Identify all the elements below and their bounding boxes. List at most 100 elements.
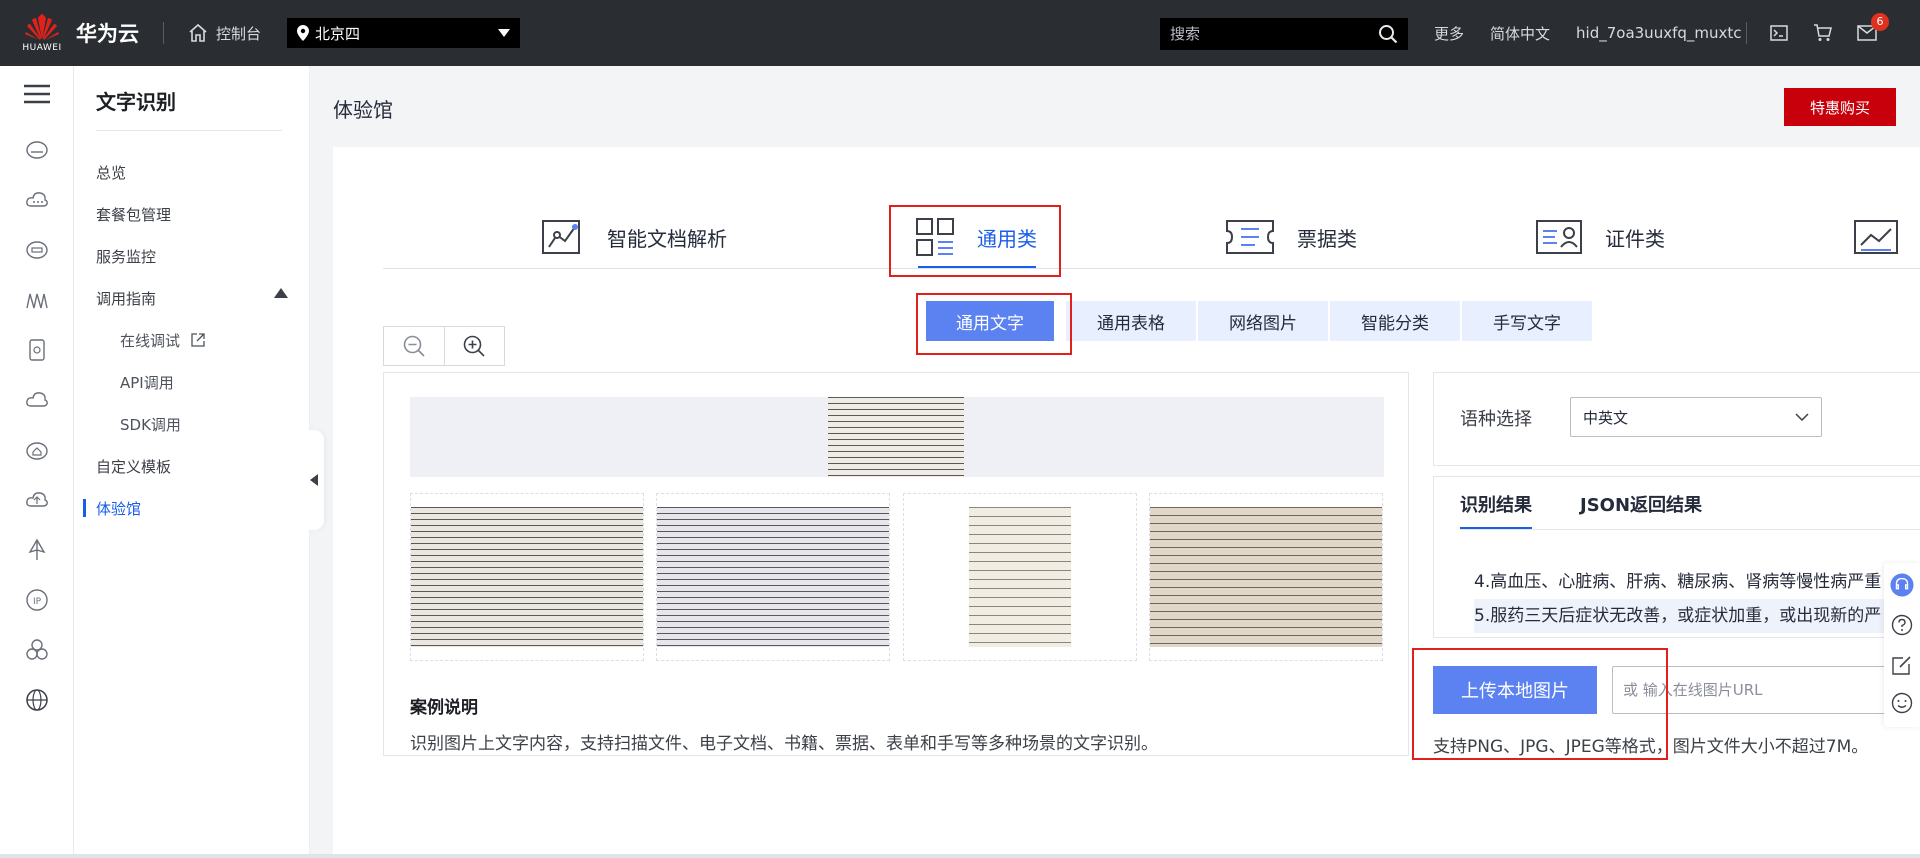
terminal-button[interactable] <box>1757 25 1801 41</box>
help-button[interactable] <box>1890 613 1914 637</box>
active-tab-underline <box>918 266 1036 268</box>
zoom-in-icon <box>464 335 486 357</box>
chevron-up-icon[interactable] <box>274 288 288 298</box>
ticket-icon <box>1226 220 1274 254</box>
cloud-storage-icon[interactable] <box>25 238 49 262</box>
cloud-server-icon[interactable] <box>25 138 49 162</box>
tab-label: 证件类 <box>1605 226 1665 251</box>
sidebar-item-packages[interactable]: 套餐包管理 <box>96 204 171 225</box>
cloud-upload-icon[interactable] <box>25 488 49 512</box>
tab-more-category[interactable] <box>1853 205 1920 269</box>
messages-button[interactable]: 6 <box>1845 13 1889 41</box>
upload-hint: 支持PNG、JPG、JPEG等格式，图片文件大小不超过7M。 <box>1433 737 1869 757</box>
zoom-out-button[interactable] <box>384 327 444 365</box>
analytics-waves-icon[interactable] <box>25 288 49 312</box>
selected-image-preview[interactable] <box>410 397 1384 477</box>
container-icon[interactable] <box>25 338 49 362</box>
feedback-button[interactable] <box>1890 653 1914 677</box>
tab-json-result[interactable]: JSON返回结果 <box>1580 491 1702 517</box>
brand-name: 华为云 <box>76 22 139 46</box>
sidebar-item-api[interactable]: API调用 <box>120 372 174 393</box>
divider <box>1746 22 1747 44</box>
cloud-home-icon[interactable] <box>25 438 49 462</box>
search-icon[interactable] <box>1378 24 1398 44</box>
result-panel: 识别结果 JSON返回结果 4.高血压、心脏病、肝病、糖尿病、肾病等慢性病严重 … <box>1433 476 1920 638</box>
sidebar-item-sdk[interactable]: SDK调用 <box>120 414 181 435</box>
tab-recognition-result[interactable]: 识别结果 <box>1460 491 1532 517</box>
sample-thumbnail[interactable] <box>903 493 1137 661</box>
deploy-arrow-icon[interactable] <box>25 538 49 562</box>
subtab-smart-classify[interactable]: 智能分类 <box>1330 301 1460 341</box>
buy-button[interactable]: 特惠购买 <box>1784 88 1896 126</box>
thumbnail-image <box>411 507 643 647</box>
sample-thumbnail[interactable] <box>656 493 890 661</box>
more-link[interactable]: 更多 <box>1434 23 1464 44</box>
caret-left-icon <box>310 474 318 486</box>
tab-id-cards[interactable]: 证件类 <box>1535 205 1665 269</box>
console-link[interactable]: 控制台 <box>188 23 261 44</box>
home-icon <box>189 23 207 42</box>
region-label: 北京四 <box>315 24 361 43</box>
rating-button[interactable] <box>1890 691 1914 715</box>
top-icons: 6 <box>1746 0 1889 66</box>
sidebar-collapse-handle[interactable] <box>304 430 324 530</box>
tab-label: 通用类 <box>977 226 1037 251</box>
horizontal-scrollbar[interactable] <box>0 854 1920 858</box>
tab-receipts[interactable]: 票据类 <box>1225 205 1357 269</box>
sidebar-item-overview[interactable]: 总览 <box>96 162 126 183</box>
cluster-icon[interactable] <box>25 638 49 662</box>
subtab-web-image[interactable]: 网络图片 <box>1198 301 1328 341</box>
tab-smart-document[interactable]: 智能文档解析 <box>541 205 727 269</box>
sidebar-item-online-debug[interactable]: 在线调试 <box>120 330 205 351</box>
page-title: 体验馆 <box>333 98 393 122</box>
upload-local-image-button[interactable]: 上传本地图片 <box>1433 666 1597 714</box>
service-icon-rail: IP <box>0 66 74 858</box>
language-value: 中英文 <box>1583 408 1629 427</box>
image-preview-area: 案例说明 识别图片上文字内容，支持扫描文件、电子文档、书籍、票据、表单和手写等多… <box>383 372 1409 756</box>
thumbnail-image <box>657 507 889 647</box>
document-chart-icon <box>542 220 580 254</box>
cloud-icon[interactable] <box>25 388 49 412</box>
service-sidebar: 文字识别 总览 套餐包管理 服务监控 调用指南 在线调试 API调用 SDK调用… <box>74 66 310 858</box>
brand[interactable]: HUAWEI 华为云 <box>0 0 139 66</box>
hamburger-menu-icon[interactable] <box>24 84 50 104</box>
trend-chart-icon <box>1854 220 1898 254</box>
search-input[interactable] <box>1170 25 1378 43</box>
image-url-input[interactable] <box>1612 666 1902 714</box>
result-line: 5.服药三天后症状无改善，或症状加重，或出现新的严 <box>1474 599 1920 633</box>
zoom-out-icon <box>403 335 425 357</box>
sidebar-item-call-guide[interactable]: 调用指南 <box>96 288 156 309</box>
sidebar-item-custom-template[interactable]: 自定义模板 <box>96 456 171 477</box>
result-line: 4.高血压、心脏病、肝病、糖尿病、肾病等慢性病严重 <box>1474 572 1882 592</box>
region-selector[interactable]: 北京四 <box>287 18 521 48</box>
id-card-icon <box>1536 220 1582 254</box>
language-select[interactable]: 中英文 <box>1570 397 1822 437</box>
search-box <box>1160 18 1408 50</box>
brand-word: HUAWEI <box>22 42 62 53</box>
zoom-in-button[interactable] <box>443 327 504 365</box>
ip-icon[interactable]: IP <box>25 588 49 612</box>
subtab-handwriting[interactable]: 手写文字 <box>1462 301 1592 341</box>
sidebar-item-experience[interactable]: 体验馆 <box>96 498 141 519</box>
subtab-general-table[interactable]: 通用表格 <box>1066 301 1196 341</box>
case-description: 识别图片上文字内容，支持扫描文件、电子文档、书籍、票据、表单和手写等多种场景的文… <box>410 734 1158 754</box>
thumbnail-image <box>1150 507 1382 647</box>
support-button[interactable] <box>1890 573 1914 597</box>
sample-thumbnail[interactable] <box>1149 493 1383 661</box>
cloud-dots-icon[interactable] <box>25 188 49 212</box>
globe-icon[interactable] <box>25 688 49 712</box>
sub-tabs: 通用文字 通用表格 网络图片 智能分类 手写文字 <box>926 301 1594 341</box>
svg-text:IP: IP <box>33 597 42 607</box>
sidebar-item-monitoring[interactable]: 服务监控 <box>96 246 156 267</box>
cart-button[interactable] <box>1801 24 1845 42</box>
external-link-icon <box>191 333 205 347</box>
console-label: 控制台 <box>216 24 262 43</box>
sample-thumbnails <box>410 493 1384 661</box>
terminal-icon <box>1770 25 1788 41</box>
tab-general[interactable]: 通用类 <box>915 205 1037 269</box>
sample-thumbnail[interactable] <box>410 493 644 661</box>
language-label: 语种选择 <box>1460 409 1532 430</box>
subtab-general-text[interactable]: 通用文字 <box>926 301 1054 341</box>
language-link[interactable]: 简体中文 <box>1490 23 1550 44</box>
account-link[interactable]: hid_7oa3uuxfq_muxtc <box>1576 24 1741 42</box>
